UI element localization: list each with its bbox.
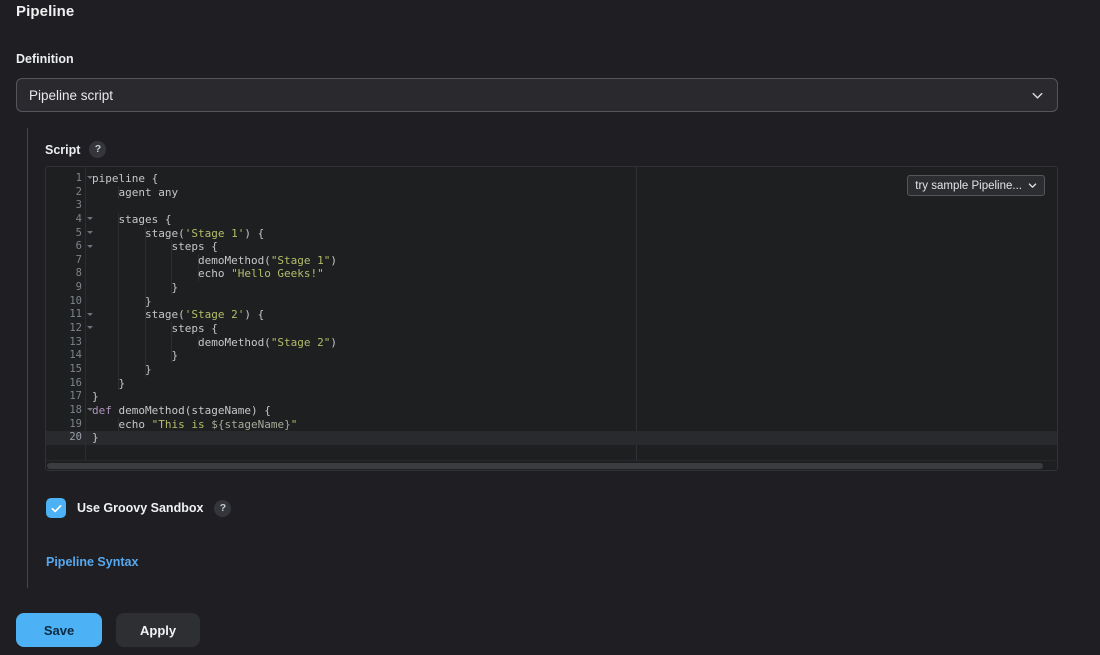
line-number: 10 xyxy=(46,295,85,309)
script-code-editor[interactable]: 1234567891011121314151617181920 pipeline… xyxy=(45,166,1058,471)
code-token: } xyxy=(92,377,125,390)
line-number: 12 xyxy=(46,322,85,336)
definition-select-value: Pipeline script xyxy=(29,88,1030,103)
code-line: stages { xyxy=(86,213,1057,227)
code-token: } xyxy=(92,295,152,308)
code-token: "Stage 1" xyxy=(271,254,331,267)
code-token: } xyxy=(92,363,152,376)
code-token: demoMethod(stageName) { xyxy=(112,404,271,417)
line-number: 18 xyxy=(46,404,85,418)
chevron-down-icon xyxy=(1030,88,1045,103)
code-token: 'Stage 2' xyxy=(185,308,245,321)
chevron-down-icon xyxy=(1027,180,1038,191)
code-line: } xyxy=(86,363,1057,377)
line-number: 4 xyxy=(46,213,85,227)
line-number: 8 xyxy=(46,267,85,281)
code-line: } xyxy=(86,390,1057,404)
code-line: demoMethod("Stage 1") xyxy=(86,254,1057,268)
try-sample-pipeline-dropdown[interactable]: try sample Pipeline... xyxy=(907,175,1045,196)
code-line: steps { xyxy=(86,240,1057,254)
pipeline-syntax-link[interactable]: Pipeline Syntax xyxy=(46,555,138,569)
code-line: } xyxy=(86,349,1057,363)
editor-horizontal-scrollbar[interactable] xyxy=(46,460,1057,470)
code-token: "Stage 2" xyxy=(271,336,331,349)
line-number: 16 xyxy=(46,377,85,391)
code-token: } xyxy=(92,349,178,362)
line-number: 2 xyxy=(46,186,85,200)
code-line: } xyxy=(86,431,1057,445)
editor-line-number-gutter: 1234567891011121314151617181920 xyxy=(46,167,86,460)
code-token: steps { xyxy=(92,322,218,335)
code-line: stage('Stage 1') { xyxy=(86,227,1057,241)
code-line: echo "This is ${stageName}" xyxy=(86,418,1057,432)
code-token: stage( xyxy=(92,227,185,240)
definition-select[interactable]: Pipeline script xyxy=(16,78,1058,112)
code-line: demoMethod("Stage 2") xyxy=(86,336,1057,350)
code-token: def xyxy=(92,404,112,417)
code-line: } xyxy=(86,295,1057,309)
code-token: } xyxy=(92,390,99,403)
line-number: 6 xyxy=(46,240,85,254)
use-groovy-sandbox-label: Use Groovy Sandbox xyxy=(77,501,203,515)
line-number: 20 xyxy=(46,431,85,445)
code-token: demoMethod( xyxy=(92,336,271,349)
code-token: } xyxy=(92,431,99,444)
code-token: } xyxy=(92,281,178,294)
code-token: demoMethod( xyxy=(92,254,271,267)
code-lines: pipeline { agent any stages { stage('Sta… xyxy=(86,172,1057,445)
line-number: 5 xyxy=(46,227,85,241)
code-token: ) xyxy=(330,254,337,267)
code-token: ${stageName} xyxy=(211,418,290,431)
editor-code-area[interactable]: pipeline { agent any stages { stage('Sta… xyxy=(86,167,1057,460)
line-number: 9 xyxy=(46,281,85,295)
code-token: ) { xyxy=(244,308,264,321)
apply-button[interactable]: Apply xyxy=(116,613,200,647)
code-line: } xyxy=(86,281,1057,295)
code-token: ) { xyxy=(244,227,264,240)
save-button[interactable]: Save xyxy=(16,613,102,647)
page-title: Pipeline xyxy=(16,3,74,20)
code-token: echo xyxy=(92,267,231,280)
try-sample-pipeline-label: try sample Pipeline... xyxy=(915,180,1022,192)
code-line: steps { xyxy=(86,322,1057,336)
use-groovy-sandbox-checkbox[interactable] xyxy=(46,498,66,518)
code-line xyxy=(86,199,1057,213)
code-token: echo xyxy=(92,418,152,431)
help-icon[interactable]: ? xyxy=(89,141,106,158)
definition-label: Definition xyxy=(16,52,74,66)
code-token: "This is xyxy=(152,418,212,431)
code-token: "Hello Geeks!" xyxy=(231,267,324,280)
script-label: Script xyxy=(45,143,80,157)
line-number: 17 xyxy=(46,390,85,404)
code-token: stages { xyxy=(92,213,171,226)
line-number: 7 xyxy=(46,254,85,268)
line-number: 3 xyxy=(46,199,85,213)
line-number: 11 xyxy=(46,308,85,322)
code-token: stage( xyxy=(92,308,185,321)
line-number: 1 xyxy=(46,172,85,186)
editor-body: 1234567891011121314151617181920 pipeline… xyxy=(46,167,1057,460)
script-header: Script ? xyxy=(45,141,106,158)
form-actions: Save Apply xyxy=(16,613,200,647)
line-number: 19 xyxy=(46,418,85,432)
code-token: 'Stage 1' xyxy=(185,227,245,240)
pipeline-config-page: Pipeline Definition Pipeline script Scri… xyxy=(0,0,1100,655)
script-section: Script ? 1234567891011121314151617181920… xyxy=(27,128,1058,588)
help-icon[interactable]: ? xyxy=(214,500,231,517)
code-line: def demoMethod(stageName) { xyxy=(86,404,1057,418)
code-token: steps { xyxy=(92,240,218,253)
code-line: } xyxy=(86,377,1057,391)
line-number: 13 xyxy=(46,336,85,350)
code-token: " xyxy=(291,418,298,431)
use-groovy-sandbox-row[interactable]: Use Groovy Sandbox ? xyxy=(46,498,231,518)
scrollbar-thumb[interactable] xyxy=(47,463,1043,469)
code-line: echo "Hello Geeks!" xyxy=(86,267,1057,281)
code-line: stage('Stage 2') { xyxy=(86,308,1057,322)
code-token: pipeline { xyxy=(92,172,158,185)
code-token: ) xyxy=(330,336,337,349)
line-number: 14 xyxy=(46,349,85,363)
line-number: 15 xyxy=(46,363,85,377)
code-token: agent any xyxy=(92,186,178,199)
